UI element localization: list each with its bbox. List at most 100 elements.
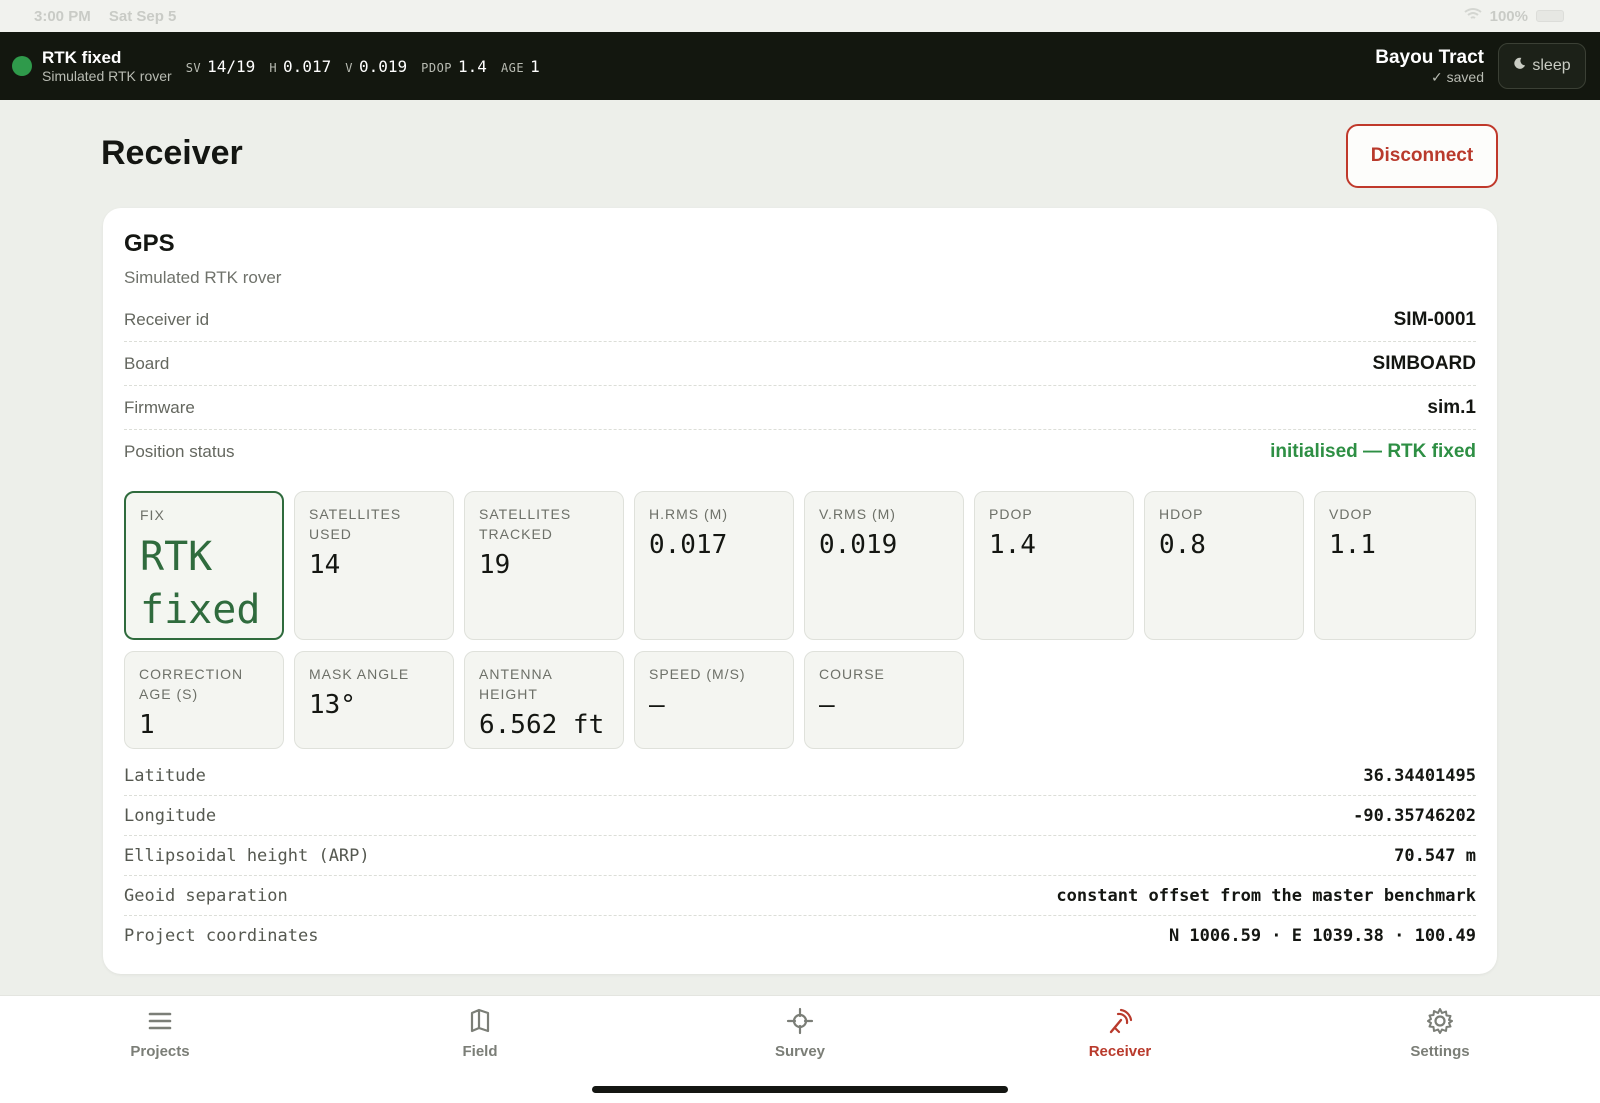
info-value: SIMBOARD	[1372, 352, 1476, 374]
tile-value: 14	[309, 550, 341, 580]
metric-value: 0.019	[358, 56, 408, 76]
antenna-icon	[1105, 1006, 1135, 1043]
disconnect-button[interactable]: Disconnect	[1346, 124, 1498, 188]
coord-row-longitude: Longitude -90.35746202	[124, 796, 1476, 836]
project-name: Bayou Tract	[1375, 47, 1484, 68]
metric-key: H	[269, 60, 278, 75]
status-time: 3:00 PM	[34, 7, 91, 25]
tile-antenna-height: ANTENNA HEIGHT 6.562 ft	[464, 651, 624, 749]
tile-label: FIX	[140, 507, 165, 523]
metric-key: PDOP	[421, 60, 453, 75]
metric-key: SV	[185, 60, 202, 75]
info-label: Position status	[124, 442, 235, 461]
sleep-button[interactable]: sleep	[1498, 43, 1586, 89]
tile-value: —	[649, 690, 665, 720]
tile-label: PDOP	[989, 506, 1033, 522]
crosshair-icon	[785, 1006, 815, 1043]
info-row-receiver-id: Receiver id SIM-0001	[124, 298, 1476, 342]
tile-value: 1.1	[1329, 530, 1376, 560]
coord-row-latitude: Latitude 36.34401495	[124, 756, 1476, 796]
tile-label: SPEED (M/S)	[649, 666, 746, 682]
wifi-icon	[1464, 7, 1482, 25]
tile-value: 13°	[309, 690, 356, 720]
tile-mask-angle: MASK ANGLE 13°	[294, 651, 454, 749]
tab-settings[interactable]: Settings	[1380, 1006, 1500, 1060]
tile-vdop: VDOP 1.1	[1314, 491, 1476, 640]
info-label: Firmware	[124, 397, 195, 417]
tile-value: 0.019	[819, 530, 898, 560]
tile-vrms: V.RMS (M) 0.019	[804, 491, 964, 640]
info-value: sim.1	[1427, 396, 1476, 418]
tab-field[interactable]: Field	[420, 1006, 540, 1060]
coord-value: N 1006.59 · E 1039.38 · 100.49	[1168, 926, 1476, 946]
coord-label: Ellipsoidal height (ARP)	[124, 845, 370, 866]
tile-label: SATELLITES TRACKED	[479, 506, 572, 542]
fix-summary: RTK fixed Simulated RTK rover	[42, 48, 172, 85]
metric-age: AGE 1	[501, 57, 540, 76]
tab-label: Settings	[1410, 1043, 1470, 1060]
coord-value: 70.547 m	[1394, 845, 1476, 866]
tile-label: CORRECTION AGE (S)	[139, 666, 244, 702]
tile-label: V.RMS (M)	[819, 506, 896, 522]
info-row-position-status: Position status initialised — RTK fixed	[124, 430, 1476, 474]
coord-row-geoid-separation: Geoid separation constant offset from th…	[124, 876, 1476, 916]
tab-survey[interactable]: Survey	[740, 1006, 860, 1060]
coord-label: Geoid separation	[124, 885, 288, 906]
coord-row-project-coordinates: Project coordinates N 1006.59 · E 1039.3…	[124, 916, 1476, 956]
coord-row-ellipsoidal-height: Ellipsoidal height (ARP) 70.547 m	[124, 836, 1476, 876]
coord-value: 36.34401495	[1363, 765, 1476, 786]
card-subtitle: Simulated RTK rover	[124, 268, 282, 287]
tile-label: ANTENNA HEIGHT	[479, 666, 553, 702]
tab-receiver[interactable]: Receiver	[1060, 1006, 1180, 1060]
ios-status-bar: 3:00 PM Sat Sep 5 100%	[0, 0, 1600, 32]
metric-value: 14/19	[207, 56, 256, 76]
tile-correction-age: CORRECTION AGE (S) 1	[124, 651, 284, 749]
tile-satellites-used: SATELLITES USED 14	[294, 491, 454, 640]
tile-value: 6.562 ft	[479, 710, 605, 740]
tile-label: VDOP	[1329, 506, 1373, 522]
gear-icon	[1425, 1006, 1455, 1043]
home-indicator	[592, 1086, 1008, 1093]
position-status-value: initialised — RTK fixed	[1270, 441, 1476, 462]
project-saved-status: ✓ saved	[1431, 69, 1484, 85]
tile-course: COURSE —	[804, 651, 964, 749]
metric-v: V 0.019	[345, 57, 407, 76]
info-label: Board	[124, 353, 170, 373]
tile-value: 1.4	[989, 530, 1036, 560]
gps-card: GPS Simulated RTK rover Receiver id SIM-…	[103, 208, 1497, 974]
project-indicator[interactable]: Bayou Tract ✓ saved	[1375, 47, 1484, 85]
tile-label: HDOP	[1159, 506, 1204, 522]
tile-value: RTK fixed	[140, 534, 261, 633]
moon-icon	[1513, 57, 1526, 75]
coord-value: -90.35746202	[1353, 805, 1476, 826]
tile-label: COURSE	[819, 666, 885, 682]
sleep-label: sleep	[1532, 57, 1571, 74]
tab-label: Projects	[130, 1043, 190, 1060]
metric-value: 1.4	[458, 56, 487, 76]
tile-value: —	[819, 690, 835, 720]
metric-h: H 0.017	[269, 57, 331, 76]
top-status-bar: RTK fixed Simulated RTK rover SV 14/19 H…	[0, 32, 1600, 100]
fix-status-dot	[12, 56, 32, 76]
metric-value: 0.017	[283, 56, 332, 76]
metric-key: V	[345, 60, 353, 75]
tile-pdop: PDOP 1.4	[974, 491, 1134, 640]
tile-value: 1	[139, 710, 155, 740]
tab-label: Field	[462, 1043, 498, 1060]
metric-pdop: PDOP 1.4	[421, 57, 487, 76]
tile-speed: SPEED (M/S) —	[634, 651, 794, 749]
tile-label: SATELLITES USED	[309, 506, 402, 542]
metric-value: 1	[530, 56, 540, 76]
tab-label: Receiver	[1088, 1043, 1152, 1060]
gnss-metrics: SV 14/19 H 0.017 V 0.019 PDOP 1.4 AGE 1	[186, 57, 540, 76]
tile-fix: FIX RTK fixed	[124, 491, 284, 640]
coord-value: constant offset from the master benchmar…	[1056, 885, 1476, 906]
info-row-board: Board SIMBOARD	[124, 342, 1476, 386]
tile-hdop: HDOP 0.8	[1144, 491, 1304, 640]
tile-satellites-tracked: SATELLITES TRACKED 19	[464, 491, 624, 640]
page-title: Receiver	[101, 134, 243, 172]
metric-sv: SV 14/19	[186, 57, 256, 76]
tab-projects[interactable]: Projects	[100, 1006, 220, 1060]
battery-percent: 100%	[1489, 7, 1528, 25]
metric-key: AGE	[500, 60, 525, 75]
